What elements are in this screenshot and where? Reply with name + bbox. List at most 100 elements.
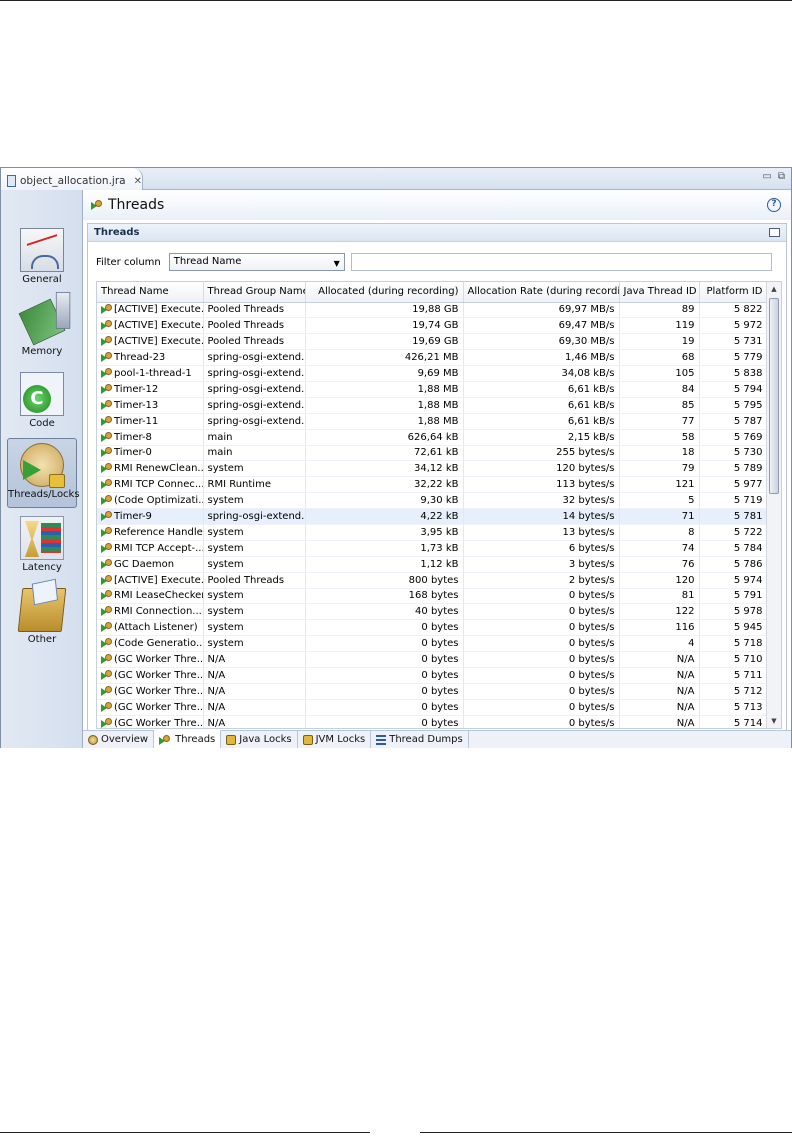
general-chart-icon: [20, 228, 64, 272]
table-row[interactable]: RMI LeaseChecker system 168 bytes 0 bytes/s…: [97, 588, 768, 605]
column-header-thread-name[interactable]: Thread Name: [97, 282, 204, 303]
thread-name-text: (GC Worker Thre...: [114, 685, 203, 697]
scroll-up-icon[interactable]: ▲: [767, 282, 781, 296]
thread-name-text: (GC Worker Thre...: [114, 717, 203, 729]
allocation-rate-cell: 2,15 kB/s: [463, 429, 620, 446]
nav-item-latency[interactable]: Latency: [7, 512, 77, 582]
scroll-down-icon[interactable]: ▼: [767, 714, 781, 728]
table-row[interactable]: Timer-12 spring-osgi-extend... 1,88 MB 6,61…: [97, 381, 768, 398]
filter-text-input[interactable]: [350, 253, 772, 271]
nav-item-other[interactable]: Other: [7, 584, 77, 654]
allocated-cell: 1,88 MB: [305, 413, 464, 430]
thread-name-text: (GC Worker Thre...: [114, 654, 203, 666]
help-icon[interactable]: ?: [767, 198, 781, 212]
tab-overview[interactable]: Overview: [83, 731, 155, 748]
thread-name-cell: Timer-0: [97, 445, 204, 462]
close-icon[interactable]: ✕: [134, 176, 142, 187]
latency-hourglass-icon: [20, 516, 64, 560]
table-row[interactable]: (GC Worker Thre... N/A 0 bytes 0 bytes/s N/A…: [97, 699, 768, 716]
allocation-rate-cell: 6,61 kB/s: [463, 381, 620, 398]
scrollbar-thumb[interactable]: [769, 298, 779, 494]
thread-name-text: Timer-11: [114, 415, 159, 427]
tab-java-locks[interactable]: Java Locks: [221, 731, 298, 748]
table-row[interactable]: Reference Handler system 3,95 kB 13 bytes/s…: [97, 524, 768, 541]
table-row[interactable]: RMI Connection... system 40 bytes 0 bytes/s…: [97, 603, 768, 621]
table-row[interactable]: [ACTIVE] Execute... Pooled Threads 19,69 G…: [97, 333, 768, 351]
nav-label: Latency: [22, 562, 62, 573]
thread-name-text: Reference Handler: [114, 526, 203, 538]
column-header-thread-group-name[interactable]: Thread Group Name: [203, 282, 306, 303]
column-header-allocated[interactable]: Allocated (during recording): [305, 282, 464, 303]
thread-icon: [101, 304, 112, 315]
table-row[interactable]: [ACTIVE] Execute... Pooled Threads 19,88 G…: [97, 302, 768, 319]
thread-icon: [101, 479, 112, 490]
platform-id-cell: 5 794: [699, 381, 768, 398]
editor-tab-object-allocation[interactable]: object_allocation.jra ✕: [1, 168, 143, 190]
thread-group-cell: main: [203, 445, 306, 462]
threads-locks-icon: [20, 443, 65, 488]
table-row[interactable]: RMI TCP Connec... RMI Runtime 32,22 kB 113 …: [97, 476, 768, 494]
thread-name-text: (Code Optimizati...: [114, 495, 203, 507]
column-header-java-thread-id[interactable]: Java Thread ID: [619, 282, 700, 303]
thread-group-cell: N/A: [203, 651, 306, 668]
page-title: Threads: [108, 197, 165, 213]
thread-group-cell: Pooled Threads: [203, 317, 306, 335]
filter-column-select[interactable]: Thread Name ▼: [168, 253, 345, 271]
table-row[interactable]: Timer-9 spring-osgi-extend... 4,22 kB 14 by…: [97, 508, 768, 525]
table-row[interactable]: (Code Generatio... system 0 bytes 0 bytes/s…: [97, 635, 768, 653]
thread-name-cell: (GC Worker Thre...: [97, 667, 204, 684]
platform-id-cell: 5 974: [699, 572, 768, 589]
java-thread-id-cell: N/A: [619, 715, 700, 728]
nav-item-code[interactable]: Code: [7, 368, 77, 438]
java-thread-id-cell: N/A: [619, 699, 700, 716]
table-row[interactable]: Timer-13 spring-osgi-extend... 1,88 MB 6,61…: [97, 397, 768, 414]
thread-name-text: Timer-8: [114, 431, 152, 443]
table-row[interactable]: (GC Worker Thre... N/A 0 bytes 0 bytes/s N/A…: [97, 667, 768, 684]
vertical-scrollbar[interactable]: ▲ ▼: [766, 282, 781, 728]
table-row[interactable]: Timer-8 main 626,64 kB 2,15 kB/s 58 5 769: [97, 429, 768, 446]
table-row[interactable]: [ACTIVE] Execute... Pooled Threads 800 byt…: [97, 572, 768, 589]
thread-icon: [101, 415, 112, 426]
platform-id-cell: 5 838: [699, 365, 768, 382]
table-row[interactable]: Timer-0 main 72,61 kB 255 bytes/s 18 5 730: [97, 445, 768, 462]
column-header-platform-id[interactable]: Platform ID: [699, 282, 768, 303]
filter-row: Filter column Thread Name ▼: [96, 253, 782, 271]
nav-item-threads-locks[interactable]: Threads/Locks: [7, 438, 80, 508]
table-row[interactable]: RMI TCP Accept-... system 1,73 kB 6 bytes/s…: [97, 540, 768, 557]
allocation-rate-cell: 0 bytes/s: [463, 619, 620, 637]
table-row[interactable]: (GC Worker Thre... N/A 0 bytes 0 bytes/s N/A…: [97, 651, 768, 668]
minimize-icon[interactable]: ▭: [762, 171, 771, 182]
thread-name-cell: Timer-8: [97, 429, 204, 446]
tab-threads[interactable]: Threads: [154, 730, 222, 748]
java-thread-id-cell: 89: [619, 302, 700, 319]
table-row[interactable]: Timer-11 spring-osgi-extend... 1,88 MB 6,61…: [97, 413, 768, 430]
allocated-cell: 0 bytes: [305, 619, 464, 637]
table-row[interactable]: (GC Worker Thre... N/A 0 bytes 0 bytes/s N/A…: [97, 715, 768, 729]
platform-id-cell: 5 718: [699, 635, 768, 653]
allocated-cell: 626,64 kB: [305, 429, 464, 446]
thread-icon: [101, 526, 112, 537]
restore-icon[interactable]: ⧉: [778, 171, 785, 182]
table-row[interactable]: RMI RenewClean... system 34,12 kB 120 bytes…: [97, 460, 768, 478]
column-header-allocation-rate[interactable]: Allocation Rate (during recordi...: [463, 282, 620, 303]
table-row[interactable]: GC Daemon system 1,12 kB 3 bytes/s 76 5 786: [97, 556, 768, 573]
thread-name-cell: (Code Generatio...: [97, 635, 204, 653]
thread-name-cell: Timer-13: [97, 397, 204, 414]
allocated-cell: 0 bytes: [305, 667, 464, 684]
section-menu-icon[interactable]: [769, 228, 780, 237]
table-row[interactable]: (Code Optimizati... system 9,30 kB 32 bytes…: [97, 492, 768, 510]
tab-thread-dumps[interactable]: Thread Dumps: [371, 731, 469, 748]
table-row[interactable]: [ACTIVE] Execute... Pooled Threads 19,74 G…: [97, 317, 768, 335]
allocation-rate-cell: 14 bytes/s: [463, 508, 620, 525]
table-row[interactable]: (Attach Listener) system 0 bytes 0 bytes/s 1…: [97, 619, 768, 637]
nav-item-memory[interactable]: Memory: [7, 296, 77, 366]
table-row[interactable]: Thread-23 spring-osgi-extend... 426,21 MB 1…: [97, 349, 768, 367]
tab-group-navigation: General Memory Code Threads/Locks Latenc…: [1, 190, 83, 748]
tab-jvm-locks[interactable]: JVM Locks: [298, 731, 372, 748]
allocation-rate-cell: 0 bytes/s: [463, 603, 620, 621]
thread-icon: [101, 336, 112, 347]
table-row[interactable]: pool-1-thread-1 spring-osgi-extend... 9,69…: [97, 365, 768, 382]
table-row[interactable]: (GC Worker Thre... N/A 0 bytes 0 bytes/s N/A…: [97, 683, 768, 700]
allocation-rate-cell: 69,30 MB/s: [463, 333, 620, 351]
nav-item-general[interactable]: General: [7, 224, 77, 294]
